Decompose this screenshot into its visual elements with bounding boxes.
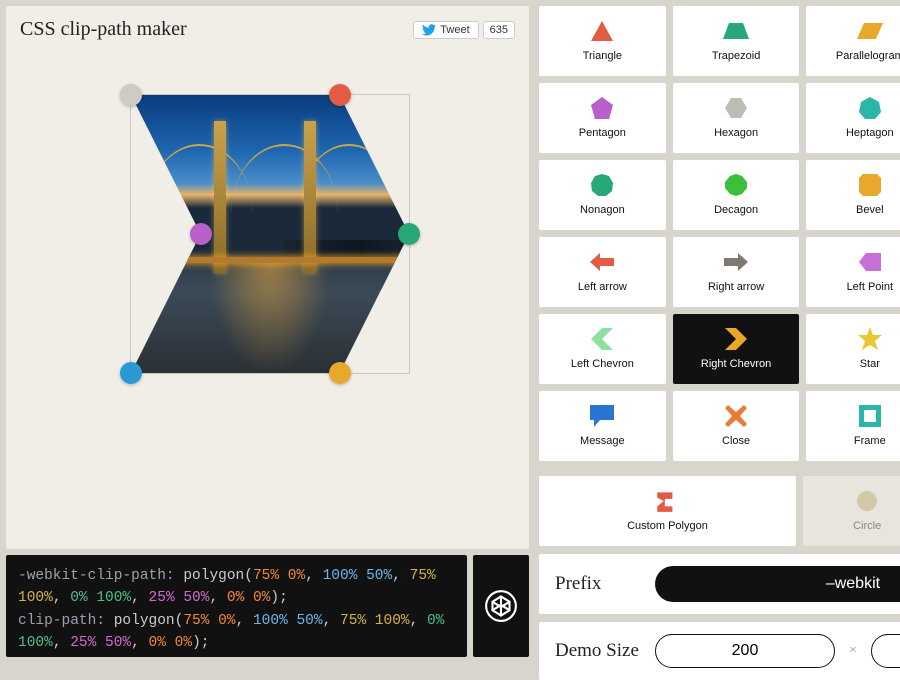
demo-image bbox=[131, 95, 409, 373]
prefix-panel: Prefix –webkit bbox=[539, 554, 900, 614]
handle-2[interactable] bbox=[398, 223, 420, 245]
demo-bounds bbox=[130, 94, 410, 374]
hexagon-icon bbox=[722, 94, 750, 122]
shape-left-chevron[interactable]: Left Chevron bbox=[539, 314, 666, 384]
handle-1[interactable] bbox=[329, 84, 351, 106]
tweet-count: 635 bbox=[483, 21, 515, 39]
canvas-panel: CSS clip-path maker Tweet 635 bbox=[6, 6, 529, 549]
tweet-label: Tweet bbox=[440, 24, 469, 36]
triangle-icon bbox=[588, 17, 616, 45]
twitter-icon bbox=[422, 24, 436, 36]
shape-right-arrow[interactable]: Right arrow bbox=[673, 237, 800, 307]
tweet-button[interactable]: Tweet bbox=[413, 21, 478, 39]
shape-parallelogram-label: Parallelogram bbox=[836, 50, 900, 62]
shape-star-label: Star bbox=[860, 358, 880, 370]
shape-left-chevron-label: Left Chevron bbox=[571, 358, 634, 370]
shape-hexagon-label: Hexagon bbox=[714, 127, 758, 139]
shape-close-label: Close bbox=[722, 435, 750, 447]
left-column: CSS clip-path maker Tweet 635 bbox=[6, 6, 529, 657]
trapezoid-icon bbox=[722, 17, 750, 45]
shape-custom-polygon[interactable]: Custom Polygon bbox=[539, 476, 796, 546]
bevel-icon bbox=[856, 171, 884, 199]
shape-decagon-label: Decagon bbox=[714, 204, 758, 216]
shape-hexagon[interactable]: Hexagon bbox=[673, 83, 800, 153]
star-icon bbox=[856, 325, 884, 353]
page-title: CSS clip-path maker bbox=[20, 18, 187, 41]
right-arrow-icon bbox=[722, 248, 750, 276]
shape-pentagon-label: Pentagon bbox=[579, 127, 626, 139]
canvas-header: CSS clip-path maker Tweet 635 bbox=[20, 18, 515, 41]
tweet-widget: Tweet 635 bbox=[413, 21, 515, 39]
shape-left-arrow-label: Left arrow bbox=[578, 281, 627, 293]
shape-parallelogram[interactable]: Parallelogram bbox=[806, 6, 900, 76]
shape-left-point-label: Left Point bbox=[847, 281, 893, 293]
heptagon-icon bbox=[856, 94, 884, 122]
parallelogram-icon bbox=[856, 17, 884, 45]
shape-message-label: Message bbox=[580, 435, 625, 447]
message-icon bbox=[588, 402, 616, 430]
handle-6[interactable] bbox=[120, 84, 142, 106]
close-icon bbox=[722, 402, 750, 430]
codepen-icon bbox=[484, 589, 518, 623]
shape-frame-label: Frame bbox=[854, 435, 886, 447]
demo-size-label: Demo Size bbox=[555, 640, 641, 662]
shape-right-chevron[interactable]: Right Chevron bbox=[673, 314, 800, 384]
code-row: -webkit-clip-path: polygon(75% 0%, 100% … bbox=[6, 555, 529, 657]
shape-right-chevron-label: Right Chevron bbox=[701, 358, 771, 370]
shape-bevel[interactable]: Bevel bbox=[806, 160, 900, 230]
handle-4[interactable] bbox=[120, 362, 142, 384]
left-point-icon bbox=[856, 248, 884, 276]
handle-3[interactable] bbox=[329, 362, 351, 384]
shape-custom-label: Custom Polygon bbox=[627, 520, 708, 532]
shape-frame[interactable]: Frame bbox=[806, 391, 900, 461]
size-separator: × bbox=[849, 643, 857, 659]
left-arrow-icon bbox=[588, 248, 616, 276]
shape-trapezoid-label: Trapezoid bbox=[712, 50, 761, 62]
shape-decagon[interactable]: Decagon bbox=[673, 160, 800, 230]
shape-message[interactable]: Message bbox=[539, 391, 666, 461]
shape-right-arrow-label: Right arrow bbox=[708, 281, 764, 293]
nonagon-icon bbox=[588, 171, 616, 199]
clipped-image bbox=[131, 95, 409, 373]
shape-left-arrow[interactable]: Left arrow bbox=[539, 237, 666, 307]
shape-close[interactable]: Close bbox=[673, 391, 800, 461]
handle-5[interactable] bbox=[190, 223, 212, 245]
app-root: CSS clip-path maker Tweet 635 bbox=[0, 0, 900, 663]
shape-left-point[interactable]: Left Point bbox=[806, 237, 900, 307]
decagon-icon bbox=[722, 171, 750, 199]
shapes-grid: TriangleTrapezoidParallelogramRhombusPen… bbox=[539, 6, 900, 461]
demo-size-panel: Demo Size × bbox=[539, 622, 900, 680]
shape-bevel-label: Bevel bbox=[856, 204, 884, 216]
shape-circle-label: Circle bbox=[853, 520, 881, 532]
right-column: TriangleTrapezoidParallelogramRhombusPen… bbox=[539, 6, 900, 657]
shape-pentagon[interactable]: Pentagon bbox=[539, 83, 666, 153]
shape-triangle-label: Triangle bbox=[583, 50, 622, 62]
prefix-label: Prefix bbox=[555, 573, 641, 595]
shape-heptagon[interactable]: Heptagon bbox=[806, 83, 900, 153]
shape-circle: Circle bbox=[803, 476, 900, 546]
clip-stage[interactable] bbox=[20, 59, 515, 504]
pentagon-icon bbox=[588, 94, 616, 122]
left-chevron-icon bbox=[588, 325, 616, 353]
shape-trapezoid[interactable]: Trapezoid bbox=[673, 6, 800, 76]
right-chevron-icon bbox=[722, 325, 750, 353]
prefix-toggle[interactable]: –webkit bbox=[655, 566, 900, 602]
frame-icon bbox=[856, 402, 884, 430]
shape-nonagon-label: Nonagon bbox=[580, 204, 625, 216]
custom-row: Custom Polygon Circle Ellipse bbox=[539, 476, 900, 546]
shape-triangle[interactable]: Triangle bbox=[539, 6, 666, 76]
code-output[interactable]: -webkit-clip-path: polygon(75% 0%, 100% … bbox=[6, 555, 467, 657]
shape-nonagon[interactable]: Nonagon bbox=[539, 160, 666, 230]
shape-star[interactable]: Star bbox=[806, 314, 900, 384]
codepen-button[interactable] bbox=[473, 555, 529, 657]
custom-polygon-icon bbox=[653, 487, 681, 515]
circle-icon bbox=[853, 487, 881, 515]
shape-heptagon-label: Heptagon bbox=[846, 127, 894, 139]
